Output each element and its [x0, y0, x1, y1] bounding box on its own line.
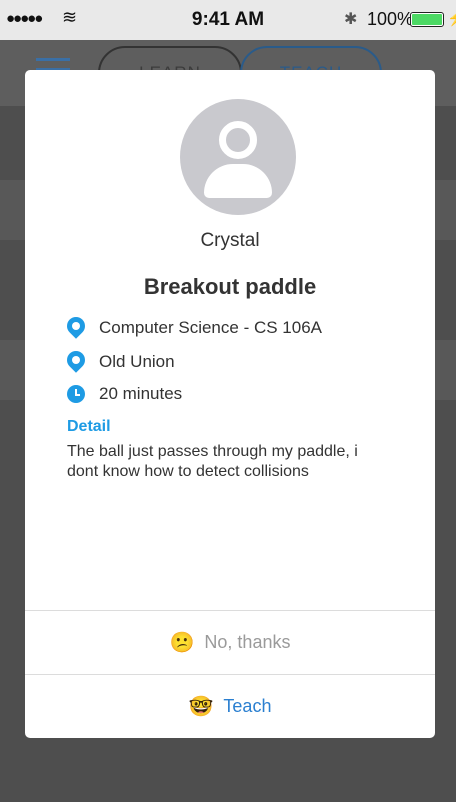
course-row: Computer Science - CS 106A [63, 313, 322, 341]
teach-button[interactable]: 🤓 Teach [25, 675, 435, 737]
user-name: Crystal [200, 230, 260, 251]
user-head-icon [219, 121, 257, 159]
location-row: Old Union [63, 347, 175, 375]
no-thanks-label: No, thanks [204, 631, 291, 652]
bluetooth-icon: ✱ [344, 11, 358, 28]
no-thanks-button[interactable]: 😕 No, thanks [25, 611, 435, 673]
request-card-modal: Crystal Breakout paddle Computer Science… [25, 70, 435, 738]
location-pin-icon [63, 347, 89, 373]
charging-icon: ⚡ [447, 9, 456, 27]
detail-text: The ball just passes through my paddle, … [67, 443, 358, 480]
battery-fill [412, 14, 442, 25]
location-text: Old Union [99, 352, 175, 371]
status-bar: ●●●●● ≋ 9:41 AM ✱ 100% ⚡ [0, 0, 456, 40]
user-body-icon [204, 164, 272, 198]
clock-icon [67, 385, 85, 403]
battery-percentage: 100% [367, 9, 414, 29]
duration-text: 20 minutes [99, 384, 183, 403]
teach-label: Teach [223, 695, 272, 716]
course-text: Computer Science - CS 106A [99, 318, 322, 337]
avatar [180, 99, 296, 215]
duration-row: 20 minutes [67, 381, 182, 407]
battery-icon [410, 12, 444, 27]
request-title: Breakout paddle [143, 274, 317, 299]
nerd-face-icon: 🤓 [188, 695, 214, 718]
detail-label: Detail [67, 418, 111, 435]
confused-face-icon: 😕 [169, 631, 195, 654]
location-pin-icon [63, 313, 89, 339]
